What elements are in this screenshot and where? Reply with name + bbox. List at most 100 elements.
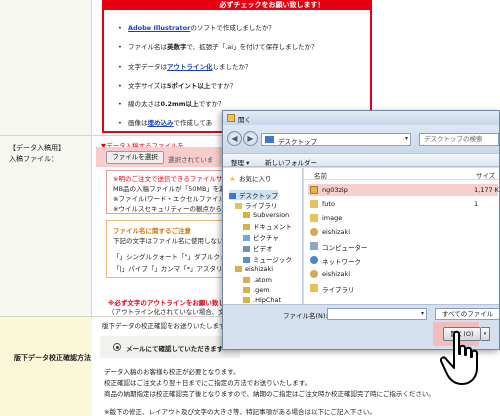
library-icon [235,203,242,209]
column-size[interactable]: サイズ [476,170,495,180]
caution-title: ファイル名に関するご注意 [113,227,191,235]
chevron-down-icon[interactable]: ▾ [421,310,424,317]
caution-line: 「」シングルクォート「"」ダブルクォート [113,253,240,261]
proof-description: 商品の納期指定は校正確認完了後となりますので、納期のご指定はご注文時か校正確認完… [104,390,435,398]
forward-button[interactable]: ▶ [243,131,258,146]
folder-icon [227,114,235,122]
checklist-link[interactable]: 埋め込み [148,119,174,127]
file-open-dialog: 開く ◀ ▶ デスクトップ ▾ デスクトップの検索 整理 ▾ 新しいフォルダー … [222,110,500,350]
file-list-pane: 名前 サイズ ng03zip 1,177 K futo 1 image eishiz… [304,168,499,304]
filename-caution-box: ファイル名に関するご注意 下記の文字はファイル名に使用しないで 「」シングルクォ… [106,220,240,278]
checklist-item: • 画像は埋め込みで作成してあ [118,119,213,127]
nav-desktop[interactable]: デスクトップ [229,190,278,200]
column-name[interactable]: 名前 [314,170,327,180]
nav-folder[interactable]: .atom [243,276,272,284]
proof-method-label: 版下データ校正確認方法 [14,354,91,362]
checklist-item: • 文字サイズは5ポイント以上ですか？ [118,82,237,90]
computer-icon [310,242,318,250]
filename-label: ファイル名(N): [283,312,328,320]
dialog-title: 開く [238,116,251,124]
file-type-select[interactable]: すべてのファイル [435,308,499,320]
dialog-toolbar: 整理 ▾ 新しいフォルダー [223,153,499,167]
organize-button[interactable]: 整理 ▾ [231,157,249,167]
filename-input[interactable]: ▾ [327,308,427,320]
notice-line: ※明のご注文で送信できるファイルサ [113,175,223,183]
nav-folder[interactable]: .HipChat [243,296,281,304]
address-row: ◀ ▶ デスクトップ ▾ デスクトップの検索 [223,125,499,153]
notice-line: ※ファイル(ワード・エクセルファイル)ス [113,195,235,203]
checklist-title: 必ずチェックをお願い致します！ [104,0,370,10]
search-input[interactable]: デスクトップの検索 [419,133,499,146]
notice-line: MB品の入稿ファイルが「50MB」を越えた [113,185,239,193]
nav-subversion[interactable]: Subversion [243,211,289,219]
nav-favorites[interactable]: お気に入り [229,173,272,183]
outline-warning-sub: （アウトライン化されていない場合、文字 [108,308,232,316]
footnote: ※版下の修正、レイアウト及び文字の大きさ等、特記事項がある場合は以下にご記入下さ… [104,408,376,416]
desktop-icon [229,193,236,199]
caution-line: 「|」パイプ「」カンマ「*」アスタリスク [113,265,236,273]
nav-folder[interactable]: .gem [243,286,270,294]
network-icon [310,256,318,264]
checklist-link[interactable]: アウトライン化 [167,63,213,71]
file-row[interactable]: eishizaki [308,268,498,280]
data-upload-label: 【データ入稿用】 入稿ファイル： [9,143,65,165]
checklist-link[interactable]: Adobe Illustrator [128,24,190,32]
folder-icon [310,214,318,222]
music-icon [243,257,250,263]
nav-user[interactable]: eishizaki [235,265,273,273]
address-bar[interactable]: デスクトップ ▾ [261,133,411,146]
dialog-titlebar: 開く [223,111,499,125]
user-folder-icon [235,266,242,272]
hand-cursor-icon [440,330,478,385]
address-text: デスクトップ [278,138,317,146]
user-icon [310,228,318,236]
proof-description: データ入稿のお客様も校正が必要となります。 [104,368,240,376]
caution-line: 下記の文字はファイル名に使用しないで [113,237,230,245]
file-row[interactable]: eishizaki [308,226,498,238]
videos-icon [243,246,250,252]
checklist-item: • 線の太さは0.2mm以上ですか？ [118,100,225,108]
file-row[interactable]: futo 1 [308,198,498,210]
proof-method-label-cell: 版下データ校正確認方法 [0,316,92,416]
file-row[interactable]: ネットワーク [308,254,498,266]
folder-icon [310,200,318,208]
checklist-item: • ファイル名は英数字で、拡張子「.ai」を付けて保存しましたか？ [118,43,318,51]
nav-videos[interactable]: ビデオ [243,243,273,253]
folder-icon [243,297,250,303]
data-label-file: 入稿ファイル： [9,155,58,163]
pictures-icon [243,235,250,241]
file-row[interactable]: ng03zip 1,177 K [308,184,499,196]
notice-line: ※ウイルスセキュリティーの観点からファ [113,205,236,213]
chevron-down-icon[interactable]: ▾ [405,135,408,142]
nav-library[interactable]: ライブラリ [235,200,278,210]
navigation-pane: お気に入り デスクトップ ライブラリ Subversion ドキュメント ピクチ… [223,168,303,304]
file-status-text: 選択されていま [168,156,214,164]
back-button[interactable]: ◀ [227,131,242,146]
library-icon [310,284,318,292]
proof-description: 校正確認はご注文より翌＋日までにご指定の方法でお送りいたします。 [104,379,312,387]
file-row[interactable]: コンピューター [308,240,498,252]
documents-icon [243,224,250,230]
nav-music[interactable]: ミュージック [243,254,292,264]
open-split-arrow[interactable]: ▾ [481,327,490,341]
file-row[interactable]: ライブラリ [308,282,498,294]
checklist-item: • 文字データはアウトライン化しましたか？ [118,63,252,71]
nav-pictures[interactable]: ピクチャ [243,232,279,242]
choose-file-button[interactable]: ファイルを選択 [106,151,164,164]
email-proof-label[interactable]: メールにて確認していただきます [126,343,223,353]
desktop-icon [265,136,274,143]
file-notice-box: ※明のご注文で送信できるファイルサ MB品の入稿ファイルが「50MB」を越えた … [106,170,239,214]
new-folder-button[interactable]: 新しいフォルダー [265,157,317,167]
file-row[interactable]: image [308,212,498,224]
proof-intro: 版下データの校正確認をお送りいたします [102,322,226,330]
user-icon [310,270,318,278]
email-proof-radio[interactable] [113,343,121,351]
star-icon [229,176,236,182]
nav-documents[interactable]: ドキュメント [243,221,292,231]
column-header: 名前 サイズ [304,168,499,180]
zip-icon [310,186,318,194]
data-label-title: 【データ入稿用】 [9,144,65,152]
folder-icon [243,212,250,218]
folder-icon [243,287,250,293]
checklist-item: • Adobe Illustratorのソフトで作成しましたか？ [118,24,275,32]
